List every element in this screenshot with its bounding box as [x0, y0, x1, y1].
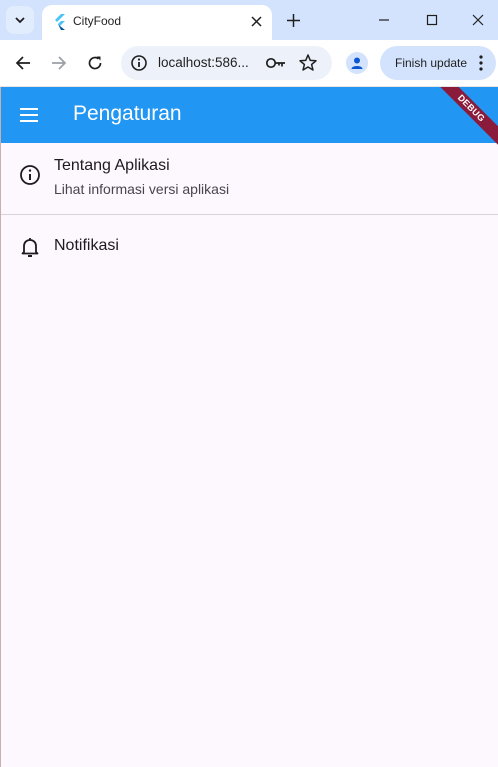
page-title: Pengaturan: [73, 102, 182, 125]
profile-button[interactable]: [346, 52, 368, 74]
new-tab-button[interactable]: [283, 10, 303, 30]
close-window-icon: [472, 14, 484, 26]
list-item-notifikasi[interactable]: Notifikasi: [1, 224, 498, 268]
close-icon: [250, 15, 262, 27]
list-item-tentang-aplikasi[interactable]: Tentang Aplikasi Lihat informasi versi a…: [1, 143, 498, 215]
star-icon[interactable]: [298, 53, 318, 73]
debug-banner: DEBUG: [431, 87, 498, 149]
finish-update-label: Finish update: [395, 56, 468, 70]
drawer-menu-button[interactable]: [16, 103, 42, 127]
maximize-icon: [426, 14, 438, 26]
address-bar[interactable]: localhost:586...: [121, 46, 332, 80]
forward-button[interactable]: [48, 52, 70, 74]
tab-title: CityFood: [73, 14, 122, 28]
minimize-icon: [379, 19, 389, 21]
browser-tab[interactable]: CityFood: [42, 5, 272, 40]
maximize-button[interactable]: [422, 10, 442, 30]
back-arrow-icon: [15, 56, 30, 70]
address-text[interactable]: localhost:586...: [158, 55, 249, 70]
finish-update-button[interactable]: Finish update: [380, 46, 496, 80]
plus-icon: [286, 13, 300, 27]
more-vert-icon: [479, 55, 483, 71]
chevron-down-icon: [15, 17, 25, 24]
person-icon: [351, 57, 363, 69]
flutter-icon: [55, 14, 65, 30]
hamburger-menu-icon: [20, 108, 38, 122]
info-icon[interactable]: [130, 54, 148, 72]
tab-search-button[interactable]: [6, 6, 34, 34]
bell-icon: [21, 238, 39, 257]
reload-icon: [88, 56, 102, 70]
browser-tab-strip: CityFood: [0, 0, 498, 40]
info-outline-icon: [20, 165, 40, 185]
reload-button[interactable]: [84, 52, 106, 74]
back-button[interactable]: [12, 52, 34, 74]
app-bar: Pengaturan DEBUG: [1, 87, 498, 149]
browser-toolbar: localhost:586... Finish update: [0, 40, 498, 87]
app-viewport: Pengaturan DEBUG Tentang Aplikasi Lihat …: [0, 87, 498, 767]
minimize-button[interactable]: [374, 10, 394, 30]
close-tab-button[interactable]: [246, 11, 266, 31]
list-item-title: Notifikasi: [54, 237, 119, 254]
close-window-button[interactable]: [468, 10, 488, 30]
key-icon[interactable]: [265, 54, 287, 72]
forward-arrow-icon: [52, 56, 67, 70]
list-item-subtitle: Lihat informasi versi aplikasi: [54, 181, 230, 197]
list-item-title: Tentang Aplikasi: [54, 157, 170, 174]
